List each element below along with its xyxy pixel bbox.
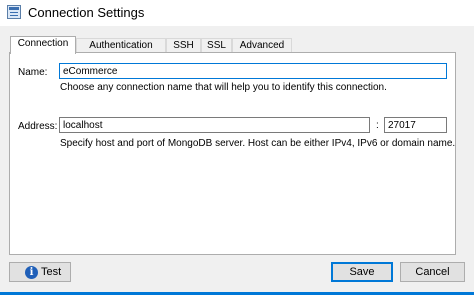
test-button[interactable]: i Test bbox=[9, 262, 71, 282]
save-button[interactable]: Save bbox=[331, 262, 393, 282]
tab-advanced[interactable]: Advanced bbox=[232, 38, 292, 53]
tab-connection[interactable]: Connection bbox=[10, 36, 76, 54]
address-label: Address: bbox=[18, 121, 58, 132]
info-icon: i bbox=[25, 266, 38, 279]
app-window-icon bbox=[7, 5, 21, 19]
tab-ssh[interactable]: SSH bbox=[166, 38, 201, 53]
window-title: Connection Settings bbox=[28, 5, 145, 20]
host-input[interactable] bbox=[59, 117, 370, 133]
tab-ssl[interactable]: SSL bbox=[201, 38, 232, 53]
name-hint: Choose any connection name that will hel… bbox=[60, 82, 387, 93]
connection-name-input[interactable] bbox=[59, 63, 447, 79]
name-label: Name: bbox=[18, 67, 48, 78]
title-bar: Connection Settings bbox=[0, 0, 474, 26]
cancel-button[interactable]: Cancel bbox=[400, 262, 465, 282]
port-input[interactable] bbox=[384, 117, 447, 133]
tab-authentication[interactable]: Authentication bbox=[76, 38, 166, 53]
test-button-label: Test bbox=[41, 266, 62, 278]
address-hint: Specify host and port of MongoDB server.… bbox=[60, 138, 456, 149]
host-port-separator: : bbox=[376, 120, 379, 131]
